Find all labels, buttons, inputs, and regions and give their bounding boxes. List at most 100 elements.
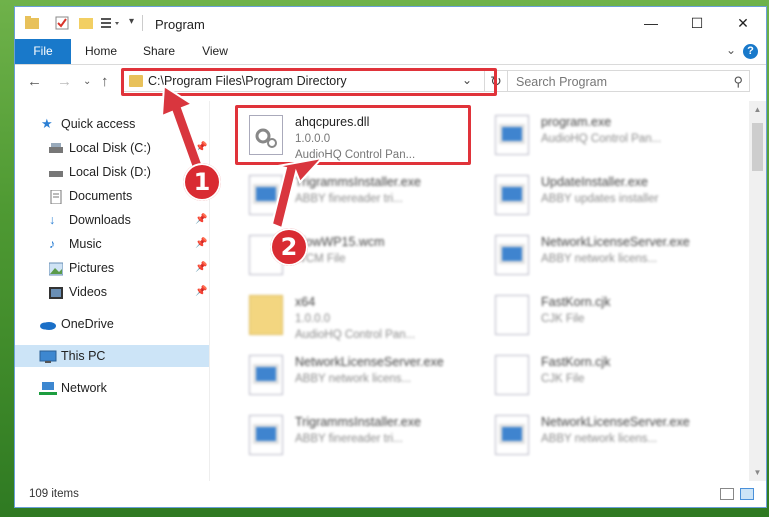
expand-ribbon-icon[interactable]: ⌄ [726, 43, 736, 57]
sidebar-item-label: Music [69, 237, 102, 251]
download-icon: ↓ [49, 213, 56, 227]
file-description: ABBY finereader tri... [295, 193, 403, 205]
exe-file-icon [495, 175, 529, 215]
navigation-pane: ★ Quick access Local Disk (C:) 📌 Local D… [15, 101, 210, 481]
sidebar-item-label: Network [61, 381, 107, 395]
pin-icon: 📌 [195, 286, 208, 297]
file-name: program.exe [541, 115, 612, 129]
sidebar-item-music[interactable]: ♪ Music 📌 [15, 233, 209, 255]
file-item-network-license-server[interactable]: NetworkLicenseServer.exe ABBY network li… [483, 229, 723, 287]
sidebar-item-label: Videos [69, 285, 107, 299]
file-item-network-license-server[interactable]: NetworkLicenseServer.exe ABBY network li… [483, 409, 723, 467]
large-icons-view-icon[interactable] [740, 488, 754, 500]
search-input[interactable]: Search Program ⚲ [507, 70, 750, 92]
address-highlight-box [121, 68, 497, 96]
file-item-fastkorn-cjk[interactable]: FastKorn.cjk CJK File [483, 349, 723, 407]
annotation-marker-2: 2 [270, 228, 308, 266]
sidebar-item-network[interactable]: Network [15, 377, 209, 399]
exe-file-icon [249, 415, 283, 455]
new-folder-icon[interactable] [79, 16, 93, 30]
search-icon[interactable]: ⚲ [733, 74, 743, 90]
close-button[interactable]: ✕ [720, 7, 766, 39]
sidebar-item-local-disk-d[interactable]: Local Disk (D:) [15, 161, 209, 183]
exe-file-icon [249, 355, 283, 395]
sidebar-item-videos[interactable]: Videos 📌 [15, 281, 209, 303]
star-icon: ★ [41, 116, 53, 131]
file-name: x64 [295, 295, 316, 309]
tab-home[interactable]: Home [77, 39, 125, 64]
details-view-icon[interactable] [720, 488, 734, 500]
file-description: AudioHQ Control Pan... [541, 133, 662, 145]
customize-toolbar-icon[interactable] [101, 16, 119, 30]
exe-file-icon [495, 235, 529, 275]
ribbon-tabs: File Home Share View ⌄ ? [15, 39, 766, 65]
title-separator [142, 15, 143, 31]
file-item-trigramms-installer[interactable]: TrigrammsInstaller.exe ABBY finereader t… [237, 409, 477, 467]
sidebar-item-local-disk-c[interactable]: Local Disk (C:) 📌 [15, 137, 209, 159]
file-name: FlowWP15.wcm [295, 235, 385, 249]
search-placeholder: Search Program [516, 75, 608, 89]
documents-icon [49, 189, 63, 205]
file-description: CJK File [541, 313, 585, 325]
sidebar-item-pictures[interactable]: Pictures 📌 [15, 257, 209, 279]
music-icon: ♪ [49, 237, 56, 251]
file-description: ABBY network licens... [541, 253, 658, 265]
drive-icon [49, 165, 63, 179]
help-icon[interactable]: ? [743, 44, 758, 59]
properties-icon[interactable] [55, 16, 69, 30]
scroll-thumb[interactable] [752, 123, 763, 171]
file-item-update-installer[interactable]: UpdateInstaller.exe ABBY updates install… [483, 169, 723, 227]
window-title: Program [155, 17, 205, 32]
file-highlight-box [235, 105, 471, 165]
file-explorer-window: ▾ Program — ☐ ✕ File Home Share View ⌄ ?… [14, 6, 767, 508]
file-item-fastkorn-cjk[interactable]: FastKorn.cjk CJK File [483, 289, 723, 347]
tab-share[interactable]: Share [135, 39, 183, 64]
file-item-trigramms-installer[interactable]: TrigrammsInstaller.exe ABBY finereader t… [237, 169, 477, 227]
sidebar-item-this-pc[interactable]: This PC [15, 345, 209, 367]
maximize-button[interactable]: ☐ [674, 7, 720, 39]
back-arrow-icon[interactable]: ← [27, 73, 42, 90]
sidebar-item-documents[interactable]: Documents [15, 185, 209, 207]
item-count: 109 items [29, 488, 79, 500]
tab-view[interactable]: View [191, 39, 239, 64]
file-item-network-license-server[interactable]: NetworkLicenseServer.exe ABBY network li… [237, 349, 477, 407]
recent-locations-icon[interactable]: ⌄ [83, 76, 91, 87]
sidebar-item-onedrive[interactable]: OneDrive [15, 313, 209, 335]
file-description: ABBY updates installer [541, 193, 659, 205]
sidebar-item-label: Documents [69, 189, 133, 203]
file-item-program-exe[interactable]: program.exe AudioHQ Control Pan... [483, 109, 723, 167]
scroll-up-icon[interactable]: ▲ [749, 105, 766, 114]
status-bar: 109 items [15, 481, 766, 507]
drive-icon [49, 141, 63, 155]
file-item-x64-folder[interactable]: x64 1.0.0.0 AudioHQ Control Pan... [237, 289, 477, 347]
pictures-icon [48, 261, 64, 276]
file-name: NetworkLicenseServer.exe [541, 235, 690, 249]
sidebar-item-quick-access[interactable]: ★ Quick access [15, 113, 209, 135]
tab-file[interactable]: File [15, 39, 71, 64]
chevron-down-icon[interactable]: ▾ [129, 16, 143, 30]
pin-icon: 📌 [195, 214, 208, 225]
folder-icon [25, 16, 39, 30]
folder-icon [249, 295, 283, 335]
computer-icon [39, 349, 57, 363]
file-name: NetworkLicenseServer.exe [295, 355, 444, 369]
sidebar-item-label: This PC [61, 349, 106, 363]
file-name: NetworkLicenseServer.exe [541, 415, 690, 429]
sidebar-item-downloads[interactable]: ↓ Downloads 📌 [15, 209, 209, 231]
title-bar: ▾ Program — ☐ ✕ [15, 7, 766, 39]
vertical-scrollbar[interactable]: ▲ ▼ [749, 101, 766, 481]
file-name: TrigrammsInstaller.exe [295, 175, 421, 189]
exe-file-icon [249, 175, 283, 215]
file-description: ABBY finereader tri... [295, 433, 403, 445]
exe-file-icon [495, 415, 529, 455]
sidebar-item-label: Downloads [69, 213, 131, 227]
file-description: CJK File [541, 373, 585, 385]
file-name: FastKorn.cjk [541, 295, 611, 309]
generic-file-icon [495, 295, 529, 335]
up-arrow-icon[interactable]: ↑ [101, 73, 109, 90]
forward-arrow-icon[interactable]: → [57, 73, 72, 90]
minimize-button[interactable]: — [628, 7, 674, 39]
scroll-down-icon[interactable]: ▼ [749, 468, 766, 477]
file-version: 1.0.0.0 [295, 313, 331, 325]
network-icon [39, 381, 57, 395]
